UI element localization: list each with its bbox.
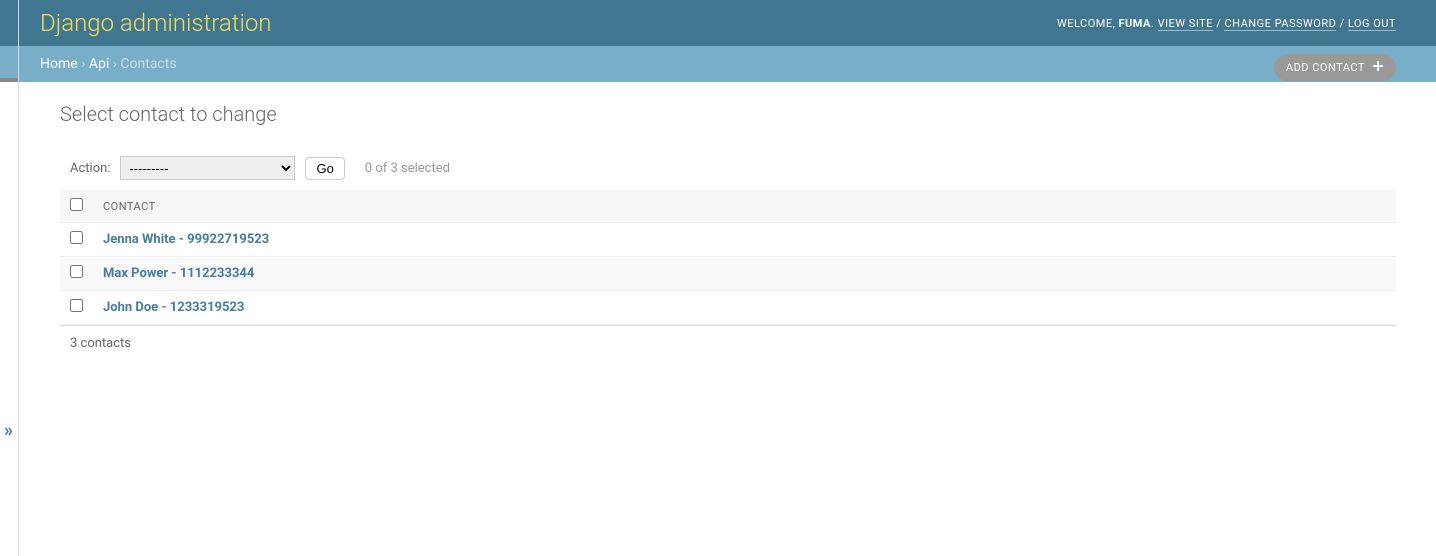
sidebar-divider xyxy=(18,0,19,556)
breadcrumb: Home › Api › Contacts xyxy=(0,46,1436,82)
row-checkbox[interactable] xyxy=(70,299,83,312)
sidebar-scroll-indicator xyxy=(0,78,18,82)
table-row: John Doe - 1233319523 xyxy=(60,291,1396,325)
column-header-contact[interactable]: CONTACT xyxy=(93,190,1396,223)
action-select[interactable]: --------- xyxy=(120,156,295,180)
go-button[interactable]: Go xyxy=(305,157,344,180)
contact-link[interactable]: Jenna White - 99922719523 xyxy=(103,232,269,247)
view-site-link[interactable]: VIEW SITE xyxy=(1158,17,1213,31)
row-checkbox[interactable] xyxy=(70,265,83,278)
select-all-header xyxy=(60,190,93,223)
select-all-checkbox[interactable] xyxy=(70,198,83,211)
plus-icon xyxy=(1372,60,1384,75)
logout-link[interactable]: LOG OUT xyxy=(1348,17,1396,31)
branding: Django administration xyxy=(40,9,272,37)
results-table: CONTACT Jenna White - 99922719523 Max Po… xyxy=(60,190,1396,325)
page-title: Select contact to change xyxy=(60,102,277,126)
action-label: Action: xyxy=(70,161,110,176)
paginator-summary: 3 contacts xyxy=(60,325,1396,361)
username: FUMA xyxy=(1119,17,1151,30)
welcome-text: WELCOME, xyxy=(1057,17,1119,30)
add-contact-button[interactable]: ADD CONTACT xyxy=(1274,54,1396,81)
contact-link[interactable]: John Doe - 1233319523 xyxy=(103,300,244,315)
row-checkbox[interactable] xyxy=(70,231,83,244)
breadcrumb-current: Contacts xyxy=(120,56,176,72)
user-tools: WELCOME, FUMA. VIEW SITE / CHANGE PASSWO… xyxy=(1057,17,1396,30)
actions-bar: Action: --------- Go 0 of 3 selected xyxy=(60,146,1396,190)
breadcrumb-home[interactable]: Home xyxy=(40,56,78,72)
breadcrumb-app[interactable]: Api xyxy=(89,56,109,72)
header-bar: Django administration WELCOME, FUMA. VIE… xyxy=(0,0,1436,46)
site-title[interactable]: Django administration xyxy=(40,9,272,37)
selection-counter: 0 of 3 selected xyxy=(365,161,450,176)
table-row: Jenna White - 99922719523 xyxy=(60,223,1396,257)
add-contact-label: ADD CONTACT xyxy=(1286,61,1365,74)
change-password-link[interactable]: CHANGE PASSWORD xyxy=(1224,17,1336,31)
contact-link[interactable]: Max Power - 1112233344 xyxy=(103,266,254,281)
table-row: Max Power - 1112233344 xyxy=(60,257,1396,291)
sidebar-toggle-icon[interactable]: » xyxy=(4,420,13,441)
